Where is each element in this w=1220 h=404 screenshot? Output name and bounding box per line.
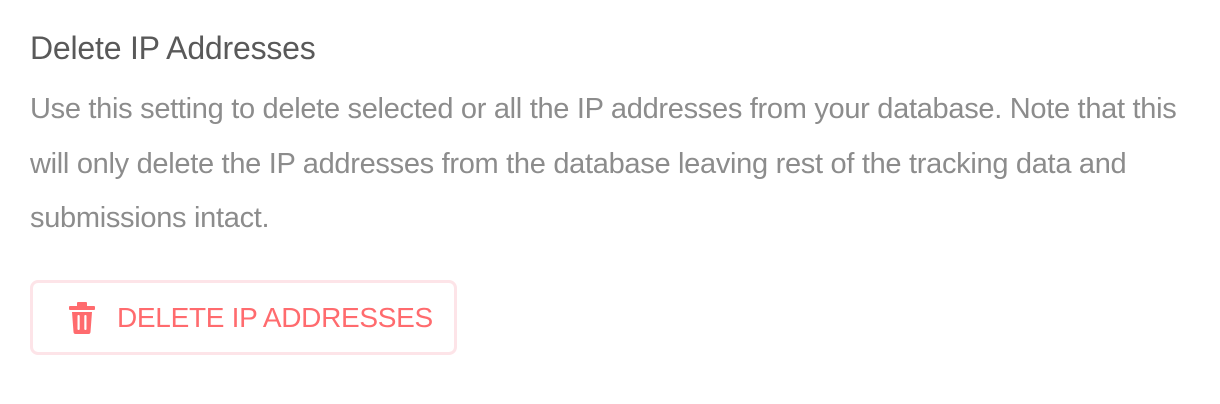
trash-icon: [69, 301, 95, 334]
delete-button-label: DELETE IP ADDRESSES: [117, 301, 433, 333]
section-title: Delete IP Addresses: [30, 30, 316, 66]
delete-ip-addresses-button[interactable]: DELETE IP ADDRESSES: [30, 280, 457, 355]
section-description: Use this setting to delete selected or a…: [30, 93, 1177, 234]
delete-ip-addresses-section: Delete IP Addresses Use this setting to …: [0, 0, 1220, 404]
